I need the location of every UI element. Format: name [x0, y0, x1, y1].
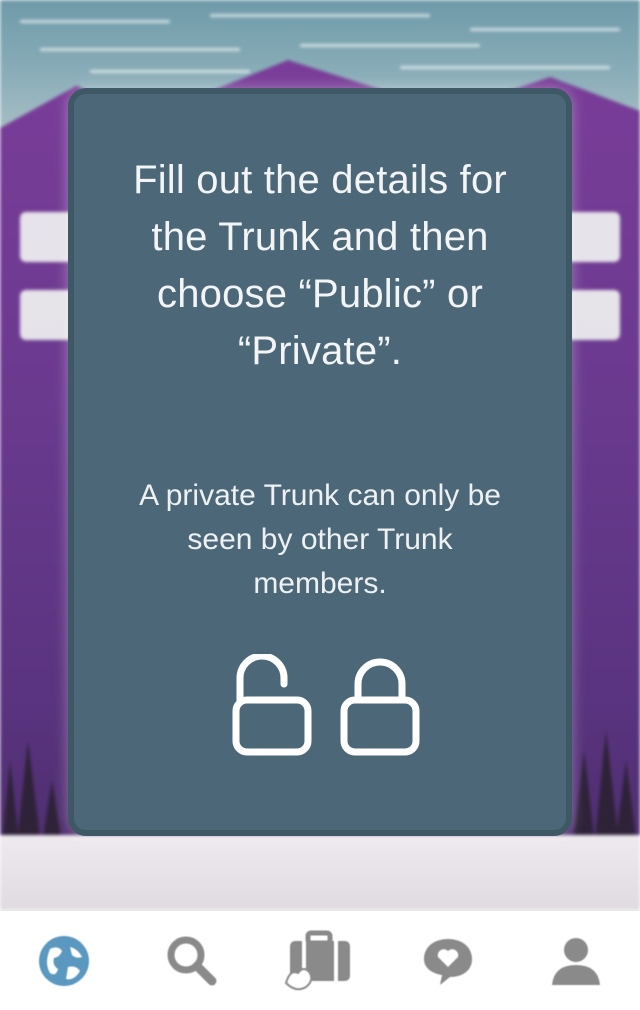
- chat-heart-icon: [424, 939, 472, 985]
- tab-messages[interactable]: [384, 911, 512, 1010]
- profile-icon: [552, 938, 600, 985]
- sky-streak: [400, 66, 610, 69]
- search-icon: [167, 936, 217, 986]
- tab-search[interactable]: [128, 911, 256, 1010]
- modal-title: Fill out the details for the Trunk and t…: [133, 158, 507, 373]
- sky-streak: [90, 70, 250, 73]
- sky-streak: [470, 28, 620, 31]
- snowy-ground: [0, 835, 640, 910]
- tab-explore[interactable]: [0, 911, 128, 1010]
- tab-profile[interactable]: [512, 911, 640, 1010]
- tab-trunks[interactable]: [256, 911, 384, 1010]
- sky-streak: [210, 14, 430, 17]
- locked-padlock-icon[interactable]: [338, 654, 422, 758]
- sky-streak: [20, 20, 170, 23]
- app-screen: Fill out the details for the Trunk and t…: [0, 0, 640, 1010]
- globe-icon: [39, 936, 89, 986]
- sky-streak: [300, 44, 480, 47]
- info-modal-card[interactable]: Fill out the details for the Trunk and t…: [68, 88, 572, 836]
- bottom-tab-bar: [0, 910, 640, 1010]
- unlocked-padlock-icon[interactable]: [230, 654, 314, 758]
- sky-streak: [40, 48, 240, 51]
- trunk-suitcase-icon: [284, 930, 350, 991]
- modal-note: A private Trunk can only be seen by othe…: [139, 479, 501, 600]
